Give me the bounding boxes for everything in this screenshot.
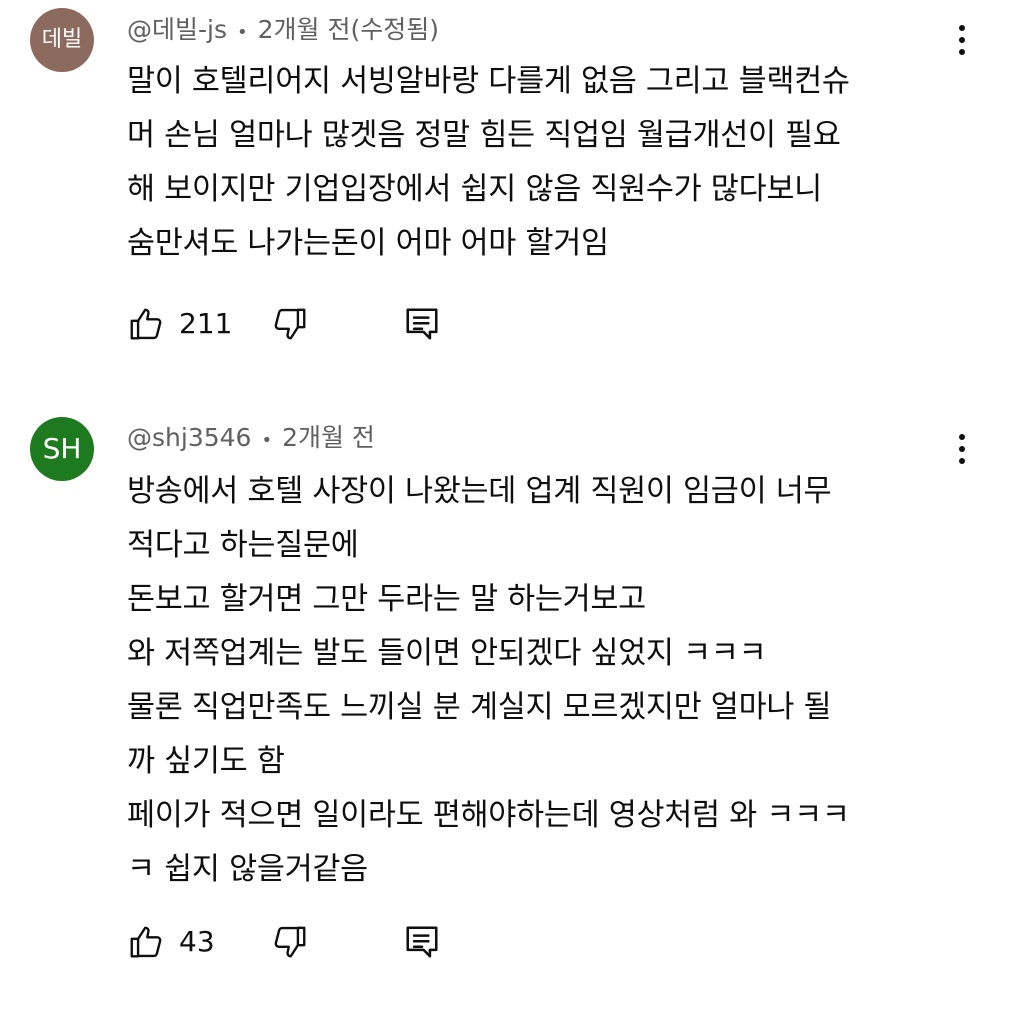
comment-text-line: 해 보이지만 기업입장에서 쉽지 않음 직원수가 많다보니	[127, 172, 822, 207]
avatar[interactable]: 데빌	[30, 8, 94, 72]
comment-meta: @데빌-js • 2개월 전(수정됨)	[127, 14, 439, 49]
meta-separator: •	[237, 22, 248, 43]
like-button[interactable]: 43	[127, 920, 215, 964]
comment-author-handle[interactable]: @shj3546	[127, 423, 251, 452]
comment-timestamp[interactable]: 2개월 전	[282, 423, 375, 452]
comment-text-line: 물론 직업만족도 느끼실 분 계실지 모르겠지만 얼마나 될	[127, 690, 832, 725]
comment-text: 말이 호텔리어지 서빙알바랑 다를게 없음 그리고 블랙컨슈 머 손님 얼마나 …	[127, 55, 957, 271]
comment-timestamp[interactable]: 2개월 전(수정됨)	[258, 15, 439, 44]
comment-action-bar: 211	[127, 302, 467, 346]
comment-text-line: 숨만셔도 나가는돈이 어마 어마 할거임	[127, 226, 609, 261]
reply-comment-icon	[403, 305, 441, 343]
comment-text-line: 적다고 하는질문에	[127, 528, 359, 563]
comment-text-line: 방송에서 호텔 사장이 나왔는데 업계 직원이 임금이 너무	[127, 474, 832, 509]
avatar-initials: SH	[42, 432, 82, 465]
dislike-button[interactable]	[271, 920, 309, 964]
thumbs-down-icon	[271, 305, 309, 343]
comment-text-line: 말이 호텔리어지 서빙알바랑 다를게 없음 그리고 블랙컨슈	[127, 64, 850, 99]
comment-action-bar: 43	[127, 920, 467, 964]
avatar-initials: 데빌	[41, 27, 83, 52]
dislike-button[interactable]	[271, 302, 309, 346]
comment-meta: @shj3546 • 2개월 전	[127, 422, 375, 457]
thumbs-up-icon	[127, 923, 165, 961]
comment-author-handle[interactable]: @데빌-js	[127, 15, 227, 44]
reply-button[interactable]	[403, 920, 441, 964]
reply-button[interactable]	[403, 302, 441, 346]
reply-comment-icon	[403, 923, 441, 961]
comment-text-line: 머 손님 얼마나 많겟음 정말 힘든 직업임 월급개선이 필요	[127, 118, 841, 153]
like-count: 43	[179, 925, 215, 958]
comment-text-line: 돈보고 할거면 그만 두라는 말 하는거보고	[127, 582, 646, 617]
comment-text-line: ㅋ 쉽지 않을거같음	[127, 852, 368, 887]
meta-separator: •	[261, 430, 273, 451]
like-button[interactable]: 211	[127, 302, 232, 346]
avatar[interactable]: SH	[30, 417, 94, 481]
comment-text-line: 와 저쪽업계는 발도 들이면 안되겠다 싶었지 ㅋㅋㅋ	[127, 636, 767, 671]
thumbs-down-icon	[271, 923, 309, 961]
thumbs-up-icon	[127, 305, 165, 343]
comment-text-line: 페이가 적으면 일이라도 편해야하는데 영상처럼 와 ㅋㅋㅋ	[127, 798, 850, 833]
like-count: 211	[179, 307, 233, 340]
comment-text: 방송에서 호텔 사장이 나왔는데 업계 직원이 임금이 너무 적다고 하는질문에…	[127, 465, 957, 897]
comment-text-line: 까 싶기도 함	[127, 744, 285, 779]
